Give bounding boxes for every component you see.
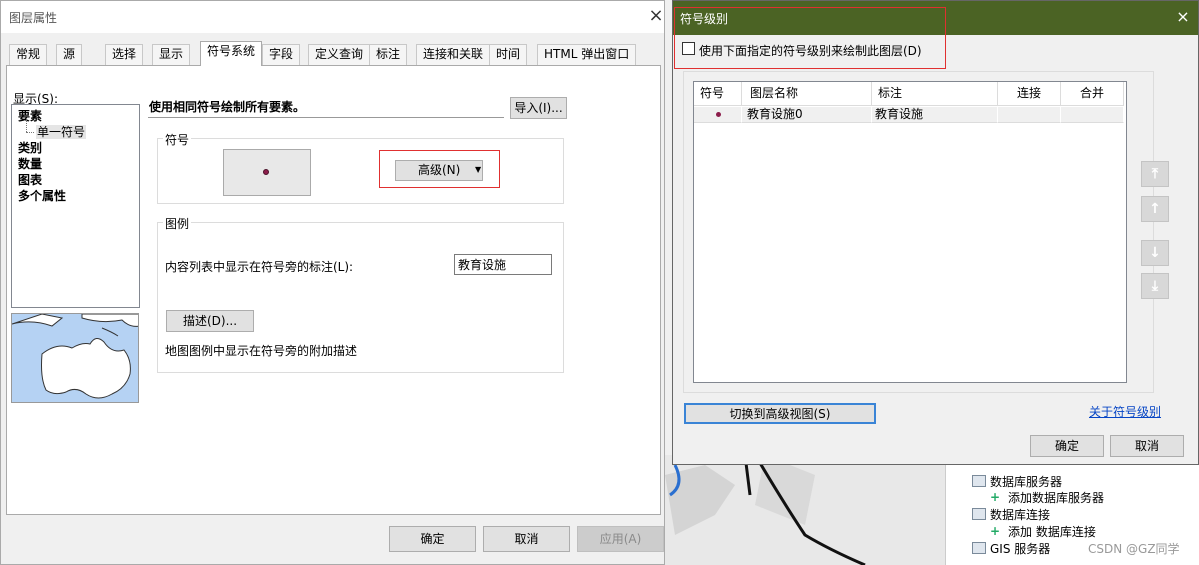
add-icon: + xyxy=(990,524,1001,538)
catalog-item-label: GIS 服务器 xyxy=(990,541,1051,556)
tab-display[interactable]: 显示 xyxy=(152,44,191,65)
describe-button[interactable]: 描述(D)... xyxy=(166,310,254,332)
highlight-box xyxy=(674,7,946,69)
apply-button[interactable]: 应用(A) xyxy=(577,526,664,552)
map-view[interactable] xyxy=(665,455,945,565)
point-symbol-icon xyxy=(263,169,269,175)
tree-item-categories[interactable]: 类别 xyxy=(18,140,42,156)
table-cell-layer-name[interactable]: 教育设施0 xyxy=(742,107,872,123)
column-header-layer-name[interactable]: 图层名称 xyxy=(742,82,872,106)
add-icon: + xyxy=(990,490,1001,504)
point-symbol-icon xyxy=(716,112,721,117)
import-button[interactable]: 导入(I)... xyxy=(510,97,567,119)
tab-joins-relates[interactable]: 连接和关联 xyxy=(416,44,491,65)
move-down-icon[interactable]: ↓ xyxy=(1141,240,1169,266)
cancel-button[interactable]: 取消 xyxy=(483,526,570,552)
tab-general[interactable]: 常规 xyxy=(9,44,48,65)
database-server-icon xyxy=(972,475,986,487)
symbol-group-label: 符号 xyxy=(163,131,192,148)
dropdown-arrow-icon: ▼ xyxy=(475,165,482,174)
tab-html-popup[interactable]: HTML 弹出窗口 xyxy=(537,44,637,65)
legend-text-label: 内容列表中显示在符号旁的标注(L): xyxy=(165,260,354,274)
ok-button[interactable]: 确定 xyxy=(389,526,476,552)
catalog-item-label: 数据库连接 xyxy=(990,507,1051,522)
table-cell-join[interactable] xyxy=(998,107,1061,123)
map-canvas xyxy=(665,455,866,565)
legend-label-input[interactable] xyxy=(454,254,552,275)
catalog-item[interactable]: 数据库连接 xyxy=(972,506,1050,522)
tab-definition-query[interactable]: 定义查询 xyxy=(308,44,371,65)
symbol-levels-table[interactable] xyxy=(693,81,1127,383)
symbol-group xyxy=(157,138,564,204)
watermark: CSDN @GZ同学 xyxy=(1088,542,1180,556)
database-connection-icon xyxy=(972,508,986,520)
tree-item-quantities[interactable]: 数量 xyxy=(18,156,42,172)
table-cell-label[interactable]: 教育设施 xyxy=(872,107,998,123)
close-icon[interactable]: × xyxy=(1173,7,1193,27)
use-symbol-levels-checkbox[interactable] xyxy=(682,42,695,55)
renderer-description: 使用相同符号绘制所有要素。 xyxy=(148,97,504,118)
tab-labels[interactable]: 标注 xyxy=(369,44,408,65)
renderer-preview-image xyxy=(11,313,139,403)
tab-source[interactable]: 源 xyxy=(56,44,83,65)
dialog-title: 图层属性 xyxy=(9,11,58,25)
move-to-top-icon[interactable]: ⤒ xyxy=(1141,161,1169,187)
tree-item-single-symbol[interactable]: 单一符号 xyxy=(24,120,87,140)
tree-item-charts[interactable]: 图表 xyxy=(18,172,42,188)
catalog-item[interactable]: + 添加数据库服务器 xyxy=(990,489,1104,505)
describe-hint: 地图图例中显示在符号旁的附加描述 xyxy=(165,344,358,358)
table-cell-merge[interactable] xyxy=(1061,107,1124,123)
tab-fields[interactable]: 字段 xyxy=(262,44,301,65)
column-header-merge[interactable]: 合并 xyxy=(1061,82,1124,106)
tree-item-features[interactable]: 要素 xyxy=(18,108,42,124)
ok-button[interactable]: 确定 xyxy=(1030,435,1104,457)
switch-to-advanced-view-button[interactable]: 切换到高级视图(S) xyxy=(684,403,876,424)
catalog-item[interactable]: 数据库服务器 xyxy=(972,473,1062,489)
tree-item-label: 单一符号 xyxy=(36,125,87,139)
column-header-symbol[interactable]: 符号 xyxy=(694,82,742,106)
catalog-item-label: 添加 数据库连接 xyxy=(1008,524,1096,539)
column-header-label[interactable]: 标注 xyxy=(872,82,998,106)
catalog-item[interactable]: GIS 服务器 xyxy=(972,540,1050,556)
legend-group-label: 图例 xyxy=(163,215,192,232)
about-symbol-levels-link[interactable]: 关于符号级别 xyxy=(1089,403,1161,420)
tab-symbology[interactable]: 符号系统 xyxy=(200,41,263,66)
catalog-item[interactable]: + 添加 数据库连接 xyxy=(990,523,1096,539)
move-to-bottom-icon[interactable]: ⤓ xyxy=(1141,273,1169,299)
title-bar[interactable]: 图层属性 × xyxy=(1,1,664,33)
tab-time[interactable]: 时间 xyxy=(489,44,528,65)
catalog-item-label: 添加数据库服务器 xyxy=(1008,490,1105,505)
gis-server-icon xyxy=(972,542,986,554)
renderer-tree: 要素 单一符号 类别 数量 图表 多个属性 xyxy=(11,104,140,308)
tree-item-multiple-attributes[interactable]: 多个属性 xyxy=(18,188,66,204)
column-header-join[interactable]: 连接 xyxy=(998,82,1061,106)
move-up-icon[interactable]: ↑ xyxy=(1141,196,1169,222)
use-symbol-levels-label[interactable]: 使用下面指定的符号级别来绘制此图层(D) xyxy=(699,42,922,59)
catalog-item-label: 数据库服务器 xyxy=(990,474,1063,489)
tab-selection[interactable]: 选择 xyxy=(105,44,144,65)
close-icon[interactable]: × xyxy=(645,5,667,27)
advanced-button[interactable]: 高级(N) xyxy=(395,160,483,181)
cancel-button[interactable]: 取消 xyxy=(1110,435,1184,457)
